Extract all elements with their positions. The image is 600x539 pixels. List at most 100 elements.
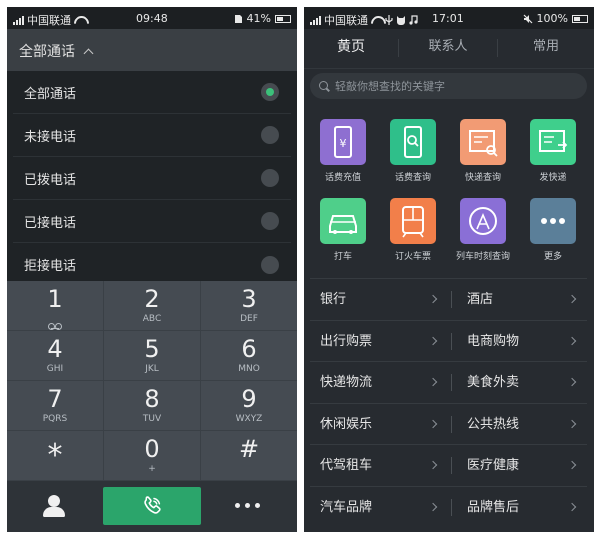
contact-person-icon [48,495,60,507]
dial-key-0[interactable]: 0 + [104,431,201,481]
search-icon [319,80,330,92]
tab-frequent[interactable]: 常用 [498,29,594,69]
dial-key-1[interactable]: 1 [7,281,104,331]
chevron-up-icon [84,48,94,59]
cat-icon [397,16,405,25]
category-item[interactable]: 代驾租车 [320,445,440,486]
filter-option[interactable]: 拒接电话 [13,243,291,286]
top-tabs: 黄页 联系人 常用 [304,29,594,69]
signal-icon [13,15,24,25]
service-train-ticket[interactable]: 订火车票 [377,198,449,262]
more-icon [530,198,576,244]
search-input[interactable]: 轻敲你想查找的关键字 [310,73,587,99]
chevron-right-icon [428,419,438,428]
category-label: 银行 [320,292,347,307]
radio-unselected-icon[interactable] [261,255,279,274]
filter-option[interactable]: 未接电话 [13,114,291,157]
category-item[interactable]: 电商购物 [467,321,579,362]
category-item[interactable]: 酒店 [467,279,579,320]
dial-key-letters: + [148,464,156,474]
dial-key-3[interactable]: 3 DEF [201,281,297,331]
dial-key-6[interactable]: 6 MNO [201,331,297,381]
call-filter-toggle[interactable]: 全部通话 [7,29,297,71]
chevron-right-icon [428,460,438,470]
service-label: 话费查询 [394,173,431,183]
category-item[interactable]: 医疗健康 [467,445,579,486]
dial-key-star[interactable]: * [7,431,104,481]
service-label: 快递查询 [464,173,501,183]
service-label: 话费充值 [324,173,361,183]
dialer-bottom-bar [7,481,297,532]
clock: 17:01 [432,12,464,25]
status-right: 41% [234,12,291,25]
contacts-button[interactable] [37,495,71,519]
filter-option[interactable]: 已拨电话 [13,157,291,200]
chevron-right-icon [567,336,577,345]
dial-key-digit: 6 [241,335,257,363]
dial-key-digit: 7 [47,385,63,413]
category-label: 美食外卖 [467,375,520,390]
service-train-schedule[interactable]: 列车时刻查询 [447,198,519,262]
category-label: 休闲娱乐 [320,416,373,432]
carrier-group: 中国联通 [13,12,85,28]
carrier-group: 中国联通 [310,12,418,28]
category-item[interactable]: 快递物流 [320,362,440,403]
phone-recharge-icon: ¥ [320,119,366,165]
filter-option-label: 已拨电话 [24,172,77,188]
sim-icon [234,14,242,23]
dial-key-4[interactable]: 4 GHI [7,331,104,381]
dial-key-5[interactable]: 5 JKL [104,331,201,381]
service-phone-bill-query[interactable]: 话费查询 [377,119,449,183]
call-button[interactable] [103,487,201,525]
chevron-right-icon [567,377,577,387]
category-row: 汽车品牌 品牌售后 [310,485,587,528]
dial-key-digit: 1 [47,285,63,313]
dial-key-8[interactable]: 8 TUV [104,381,201,431]
category-item[interactable]: 公共热线 [467,404,579,445]
service-phone-recharge[interactable]: ¥ 话费充值 [307,119,379,183]
filter-option[interactable]: 已接电话 [13,200,291,243]
category-item[interactable]: 银行 [320,279,440,320]
tab-yellow-pages[interactable]: 黄页 [304,29,398,69]
signal-icon [310,15,321,25]
category-item[interactable]: 美食外卖 [467,362,579,403]
category-item[interactable]: 品牌售后 [467,487,579,528]
mute-icon [523,14,532,23]
service-send-express[interactable]: 发快递 [517,119,589,183]
status-right: 100% [523,12,588,25]
chevron-right-icon [428,502,438,511]
contact-person-body [43,507,65,517]
dial-keypad: 1 2 ABC 3 DEF 4 GHI 5 JKL 6 MNO 7 PQRS 8 TUV 9 WXYZ * 0 + # [7,281,297,481]
category-divider [451,457,452,474]
dial-key-hash[interactable]: # [201,431,297,481]
wifi-icon [371,16,382,25]
service-more[interactable]: 更多 [517,198,589,262]
category-item[interactable]: 汽车品牌 [320,487,440,528]
wifi-icon [74,16,85,25]
tab-contacts[interactable]: 联系人 [399,29,497,69]
service-label: 更多 [543,252,562,262]
dial-key-digit: 0 [144,435,160,463]
dialer-screen: 中国联通 09:48 41% 全部通话 全部通话未接电话已拨电话已接电话 拒接电话… [7,7,297,532]
phone-bill-query-icon [390,119,436,165]
dial-key-7[interactable]: 7 PQRS [7,381,104,431]
filter-option-label: 全部通话 [24,86,77,102]
dial-key-digit: 3 [241,285,257,313]
dial-key-2[interactable]: 2 ABC [104,281,201,331]
radio-unselected-icon[interactable] [261,126,279,144]
radio-selected-icon[interactable] [261,83,279,101]
filter-option[interactable]: 全部通话 [13,71,291,114]
category-item[interactable]: 休闲娱乐 [320,404,440,445]
category-divider [451,332,452,350]
radio-unselected-icon[interactable] [261,212,279,230]
service-express-query[interactable]: 快递查询 [447,119,519,183]
radio-unselected-icon[interactable] [261,169,279,187]
category-label: 代驾租车 [320,458,373,473]
dial-key-letters: MNO [238,364,260,374]
dial-key-digit: 2 [144,285,160,313]
category-item[interactable]: 出行购票 [320,321,440,362]
more-options-button[interactable] [235,503,260,508]
service-taxi[interactable]: 打车 [307,198,379,262]
dial-key-9[interactable]: 9 WXYZ [201,381,297,431]
status-bar: 中国联通 09:48 41% [7,7,297,29]
